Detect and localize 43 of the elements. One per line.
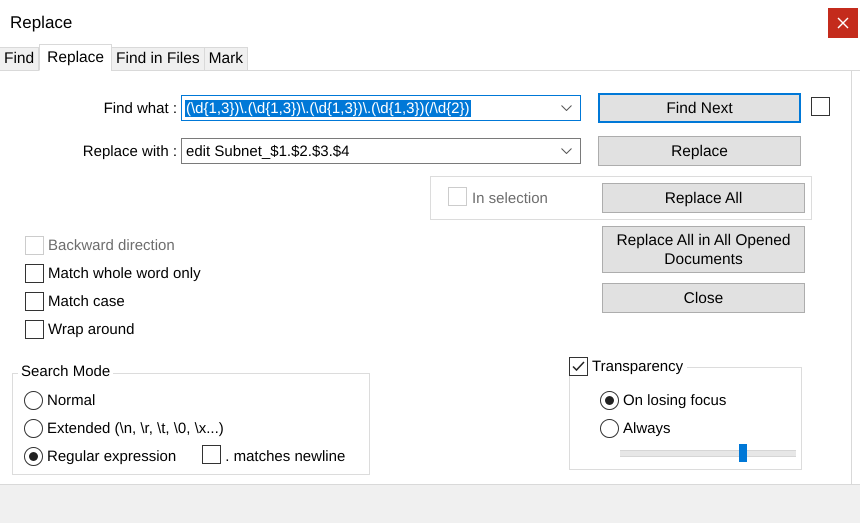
checkbox[interactable]: [25, 320, 44, 338]
radio-label: Extended (\n, \r, \t, \0, \x...): [47, 420, 224, 436]
find-next-button[interactable]: Find Next: [598, 93, 801, 123]
checkbox[interactable]: [202, 444, 222, 464]
replace-all-button[interactable]: Replace All: [602, 183, 805, 213]
checkbox[interactable]: [569, 357, 588, 376]
checkbox[interactable]: [25, 264, 44, 282]
close-icon: [837, 17, 849, 29]
checkbox-label: Match whole word only: [48, 264, 201, 282]
find-what-field[interactable]: (\d{1,3})\.(\d{1,3})\.(\d{1,3})\.(\d{1,3})(/\d{2}): [181, 95, 581, 121]
checkbox-label: Match case: [48, 292, 125, 310]
slider-thumb[interactable]: [739, 444, 748, 462]
radio-button[interactable]: [600, 418, 619, 438]
tab[interactable]: Find: [0, 47, 40, 71]
window-title: Replace: [10, 13, 72, 33]
check-icon: [571, 359, 586, 374]
radio-label: Always: [623, 420, 671, 436]
radio-button[interactable]: [24, 446, 43, 466]
checkbox-label: In selection: [472, 190, 549, 206]
close-dialog-button[interactable]: Close: [602, 283, 805, 313]
radio-button[interactable]: [24, 390, 43, 410]
tab[interactable]: Replace: [39, 44, 112, 71]
chevron-down-icon: [561, 148, 572, 154]
radio-label: Regular expression: [47, 448, 176, 464]
checkbox[interactable]: [25, 292, 44, 310]
checkbox-label: Transparency: [592, 358, 684, 376]
radio-button[interactable]: [24, 418, 43, 438]
replace-with-field[interactable]: edit Subnet_$1.$2.$3.$4: [181, 138, 581, 164]
field-label: Replace with :: [82, 142, 178, 160]
checkbox-label: Wrap around: [48, 320, 134, 338]
close-button[interactable]: [828, 8, 858, 38]
tab[interactable]: Mark: [204, 47, 248, 71]
chevron-down-icon: [561, 105, 572, 111]
tab[interactable]: Find in Files: [111, 47, 205, 71]
radio-label: Normal: [47, 392, 96, 408]
radio-button[interactable]: [600, 390, 619, 410]
field-label: Find what :: [102, 100, 178, 116]
replace-button[interactable]: Replace: [598, 136, 801, 166]
checkbox[interactable]: [811, 96, 830, 116]
checkbox-label: Backward direction: [48, 236, 175, 254]
radio-label: On losing focus: [623, 392, 726, 408]
checkbox-label: . matches newline: [225, 448, 346, 464]
replace-all-opened-button[interactable]: Replace All in All Opened Documents: [602, 226, 805, 273]
